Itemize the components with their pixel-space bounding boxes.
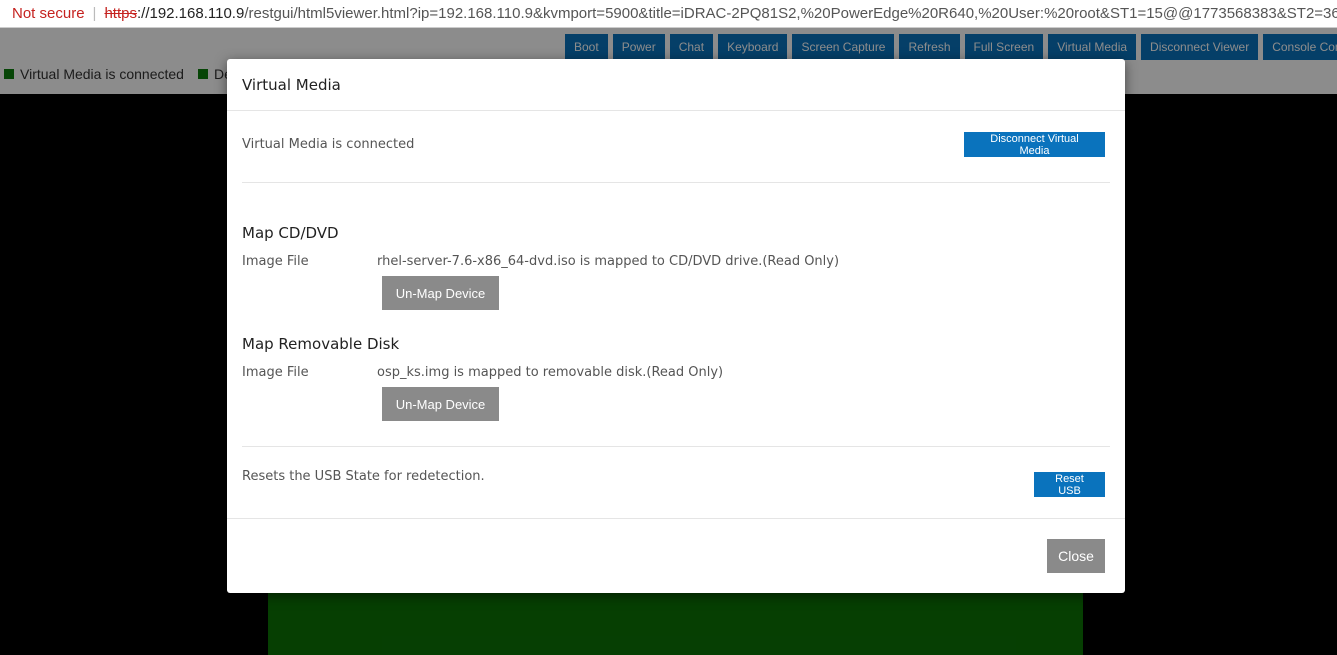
connected-text: Virtual Media is connected [242, 137, 415, 152]
close-button[interactable]: Close [1047, 539, 1105, 573]
removable-image-file-label: Image File [242, 365, 309, 380]
removable-unmap-device-button[interactable]: Un-Map Device [382, 387, 499, 421]
dialog-body: Virtual Media is connected Disconnect Vi… [227, 111, 1125, 183]
url-text[interactable]: https://192.168.110.9/restgui/html5viewe… [104, 5, 1337, 22]
browser-address-bar[interactable]: Not secure | https://192.168.110.9/restg… [0, 0, 1337, 28]
cd-image-file-value: rhel-server-7.6-x86_64-dvd.iso is mapped… [377, 254, 840, 269]
url-path: /restgui/html5viewer.html?ip=192.168.110… [244, 5, 1337, 22]
url-host: ://192.168.110.9 [136, 5, 245, 22]
footer-divider [227, 518, 1125, 519]
dialog-title: Virtual Media [242, 76, 341, 94]
url-scheme: https [104, 5, 137, 22]
usb-reset-text: Resets the USB State for redetection. [242, 469, 485, 484]
connection-row: Virtual Media is connected Disconnect Vi… [242, 111, 1110, 183]
cd-unmap-device-button[interactable]: Un-Map Device [382, 276, 499, 310]
cd-image-file-label: Image File [242, 254, 309, 269]
dialog-header: Virtual Media [227, 59, 1125, 111]
address-separator: | [92, 5, 97, 22]
removable-image-file-value: osp_ks.img is mapped to removable disk.(… [377, 365, 724, 380]
disconnect-virtual-media-button[interactable]: Disconnect Virtual Media [964, 132, 1105, 157]
map-cd-title: Map CD/DVD [242, 224, 339, 242]
virtual-media-dialog: Virtual Media Virtual Media is connected… [227, 59, 1125, 593]
map-removable-title: Map Removable Disk [242, 335, 400, 353]
reset-usb-button[interactable]: Reset USB [1034, 472, 1105, 497]
divider [242, 446, 1110, 447]
not-secure-label[interactable]: Not secure [12, 5, 85, 22]
